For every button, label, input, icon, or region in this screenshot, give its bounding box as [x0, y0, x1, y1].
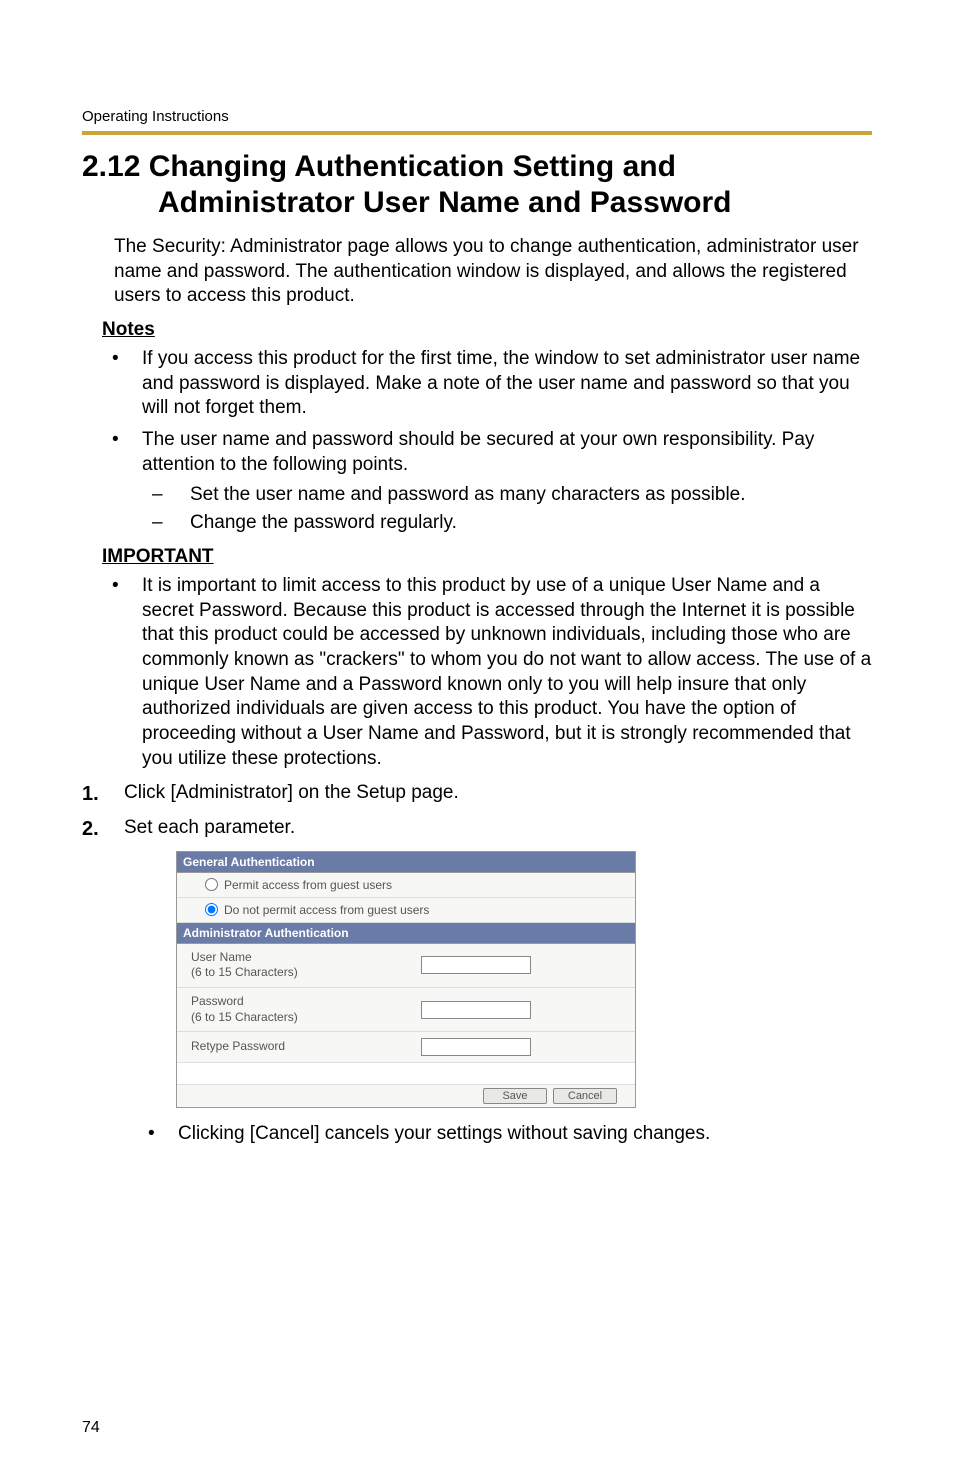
steps-list: Click [Administrator] on the Setup page.… — [82, 781, 872, 840]
page-number: 74 — [82, 1419, 100, 1437]
password-row: Password (6 to 15 Characters) — [177, 988, 635, 1032]
button-row: Save Cancel — [177, 1085, 635, 1107]
username-label: User Name (6 to 15 Characters) — [191, 950, 421, 981]
notes-heading: Notes — [102, 319, 872, 341]
important-list: It is important to limit access to this … — [102, 574, 872, 772]
intro-paragraph: The Security: Administrator page allows … — [114, 235, 872, 309]
radio-deny-input[interactable] — [205, 903, 218, 916]
sub-note-item: Change the password regularly. — [142, 511, 872, 536]
important-heading: IMPORTANT — [102, 546, 872, 568]
header-divider — [82, 131, 872, 135]
username-input[interactable] — [421, 956, 531, 974]
sub-note-item: Set the user name and password as many c… — [142, 483, 872, 508]
save-button[interactable]: Save — [483, 1088, 547, 1104]
panel-gap — [177, 1063, 635, 1085]
cancel-note-item: Clicking [Cancel] cancels your settings … — [138, 1122, 872, 1147]
cancel-button[interactable]: Cancel — [553, 1088, 617, 1104]
retype-input[interactable] — [421, 1038, 531, 1056]
notes-list: If you access this product for the first… — [102, 347, 872, 536]
retype-row: Retype Password — [177, 1032, 635, 1063]
step-item: Set each parameter. — [82, 816, 872, 841]
settings-screenshot: General Authentication Permit access fro… — [176, 851, 872, 1108]
radio-permit-input[interactable] — [205, 878, 218, 891]
title-line-1: 2.12 Changing Authentication Setting and — [82, 150, 676, 183]
step-item: Click [Administrator] on the Setup page. — [82, 781, 872, 806]
retype-label: Retype Password — [191, 1039, 421, 1055]
admin-auth-header: Administrator Authentication — [177, 923, 635, 944]
note-text: The user name and password should be sec… — [142, 429, 814, 475]
note-item: If you access this product for the first… — [102, 347, 872, 421]
radio-deny-guest[interactable]: Do not permit access from guest users — [177, 898, 635, 923]
username-row: User Name (6 to 15 Characters) — [177, 944, 635, 988]
cancel-note-list: Clicking [Cancel] cancels your settings … — [138, 1122, 872, 1147]
password-label: Password (6 to 15 Characters) — [191, 994, 421, 1025]
general-auth-header: General Authentication — [177, 852, 635, 873]
section-title: 2.12 Changing Authentication Setting and… — [82, 149, 872, 221]
important-item: It is important to limit access to this … — [102, 574, 872, 772]
note-item: The user name and password should be sec… — [102, 428, 872, 536]
radio-permit-label: Permit access from guest users — [224, 878, 392, 892]
radio-permit-guest[interactable]: Permit access from guest users — [177, 873, 635, 898]
sub-notes-list: Set the user name and password as many c… — [142, 483, 872, 536]
password-input[interactable] — [421, 1001, 531, 1019]
radio-deny-label: Do not permit access from guest users — [224, 903, 429, 917]
running-header: Operating Instructions — [82, 108, 872, 125]
title-line-2: Administrator User Name and Password — [158, 185, 872, 221]
